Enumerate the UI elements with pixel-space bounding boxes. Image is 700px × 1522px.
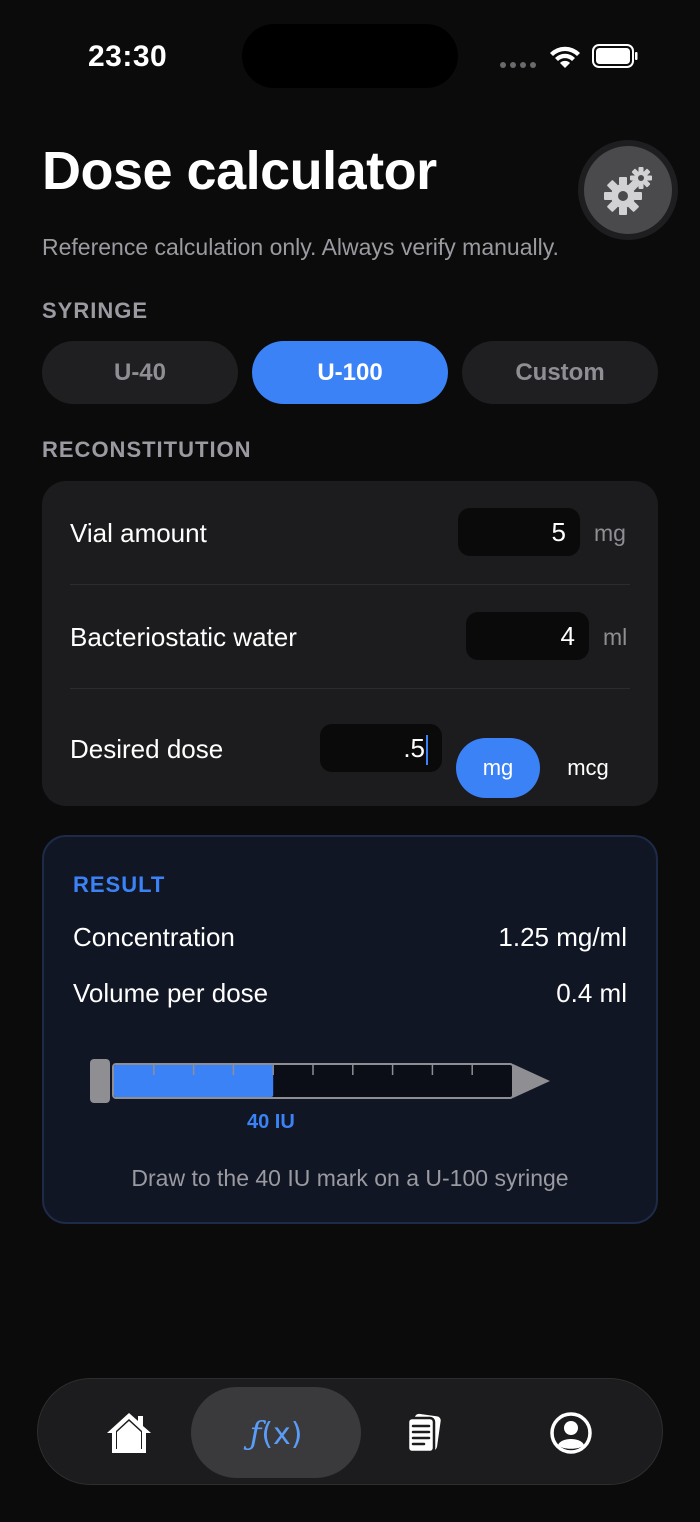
gear-icon (604, 167, 652, 215)
profile-icon (550, 1411, 592, 1454)
divider (70, 584, 630, 585)
function-f: ƒ (249, 1413, 262, 1452)
syringe-mark-label: 40 IU (247, 1111, 295, 1133)
water-input[interactable]: 4 (466, 612, 589, 660)
cellular-signal-icon (500, 62, 536, 68)
volume-label: Volume per dose (73, 978, 269, 1008)
water-label: Bacteriostatic water (70, 622, 297, 652)
dose-unit-mg-button[interactable]: mg (456, 738, 540, 798)
draw-instruction: Draw to the 40 IU mark on a U-100 syring… (131, 1165, 569, 1191)
water-unit: ml (603, 624, 628, 650)
desired-dose-input[interactable]: .5 (320, 724, 442, 772)
desired-dose-label: Desired dose (70, 734, 224, 764)
result-label: RESULT (73, 872, 166, 897)
concentration-value: 1.25 mg/ml (498, 922, 627, 952)
dose-unit-mcg-button[interactable]: mcg (546, 738, 630, 798)
vial-amount-unit: mg (594, 520, 626, 546)
syringe-graphic (90, 1059, 550, 1103)
syringe-option-u40[interactable]: U-40 (42, 341, 238, 404)
tab-calculator[interactable]: ƒ(x) (191, 1387, 361, 1478)
function-x: (x) (261, 1416, 303, 1452)
tab-bar: ƒ(x) (37, 1378, 663, 1485)
syringe-section-label: SYRINGE (42, 298, 149, 323)
disclaimer-text: Reference calculation only. Always verif… (42, 234, 559, 260)
battery-icon (592, 44, 638, 68)
desired-dose-value: .5 (403, 733, 425, 763)
reconstitution-card: Vial amount 5 mg Bacteriostatic water 4 … (42, 481, 658, 806)
settings-button[interactable] (584, 146, 672, 234)
vial-amount-label: Vial amount (70, 518, 207, 548)
wifi-icon (550, 46, 580, 68)
dynamic-island (242, 24, 458, 88)
syringe-needle (513, 1064, 550, 1098)
tab-profile[interactable] (486, 1387, 656, 1478)
page-title: Dose calculator (42, 141, 437, 201)
result-card: RESULT Concentration 1.25 mg/ml Volume p… (42, 835, 658, 1224)
function-icon: ƒ(x) (249, 1414, 302, 1452)
concentration-label: Concentration (73, 922, 235, 952)
home-icon (107, 1412, 151, 1453)
syringe-option-u100[interactable]: U-100 (252, 341, 448, 404)
syringe-option-custom[interactable]: Custom (462, 341, 658, 404)
tab-home[interactable] (44, 1387, 214, 1478)
volume-value: 0.4 ml (556, 978, 627, 1008)
text-caret (426, 735, 428, 766)
syringe-plunger (90, 1059, 110, 1103)
reconstitution-section-label: RECONSTITUTION (42, 437, 252, 462)
status-time: 23:30 (88, 40, 168, 73)
divider (70, 688, 630, 689)
tab-documents[interactable] (338, 1387, 508, 1478)
document-icon (406, 1413, 441, 1453)
vial-amount-input[interactable]: 5 (458, 508, 580, 556)
